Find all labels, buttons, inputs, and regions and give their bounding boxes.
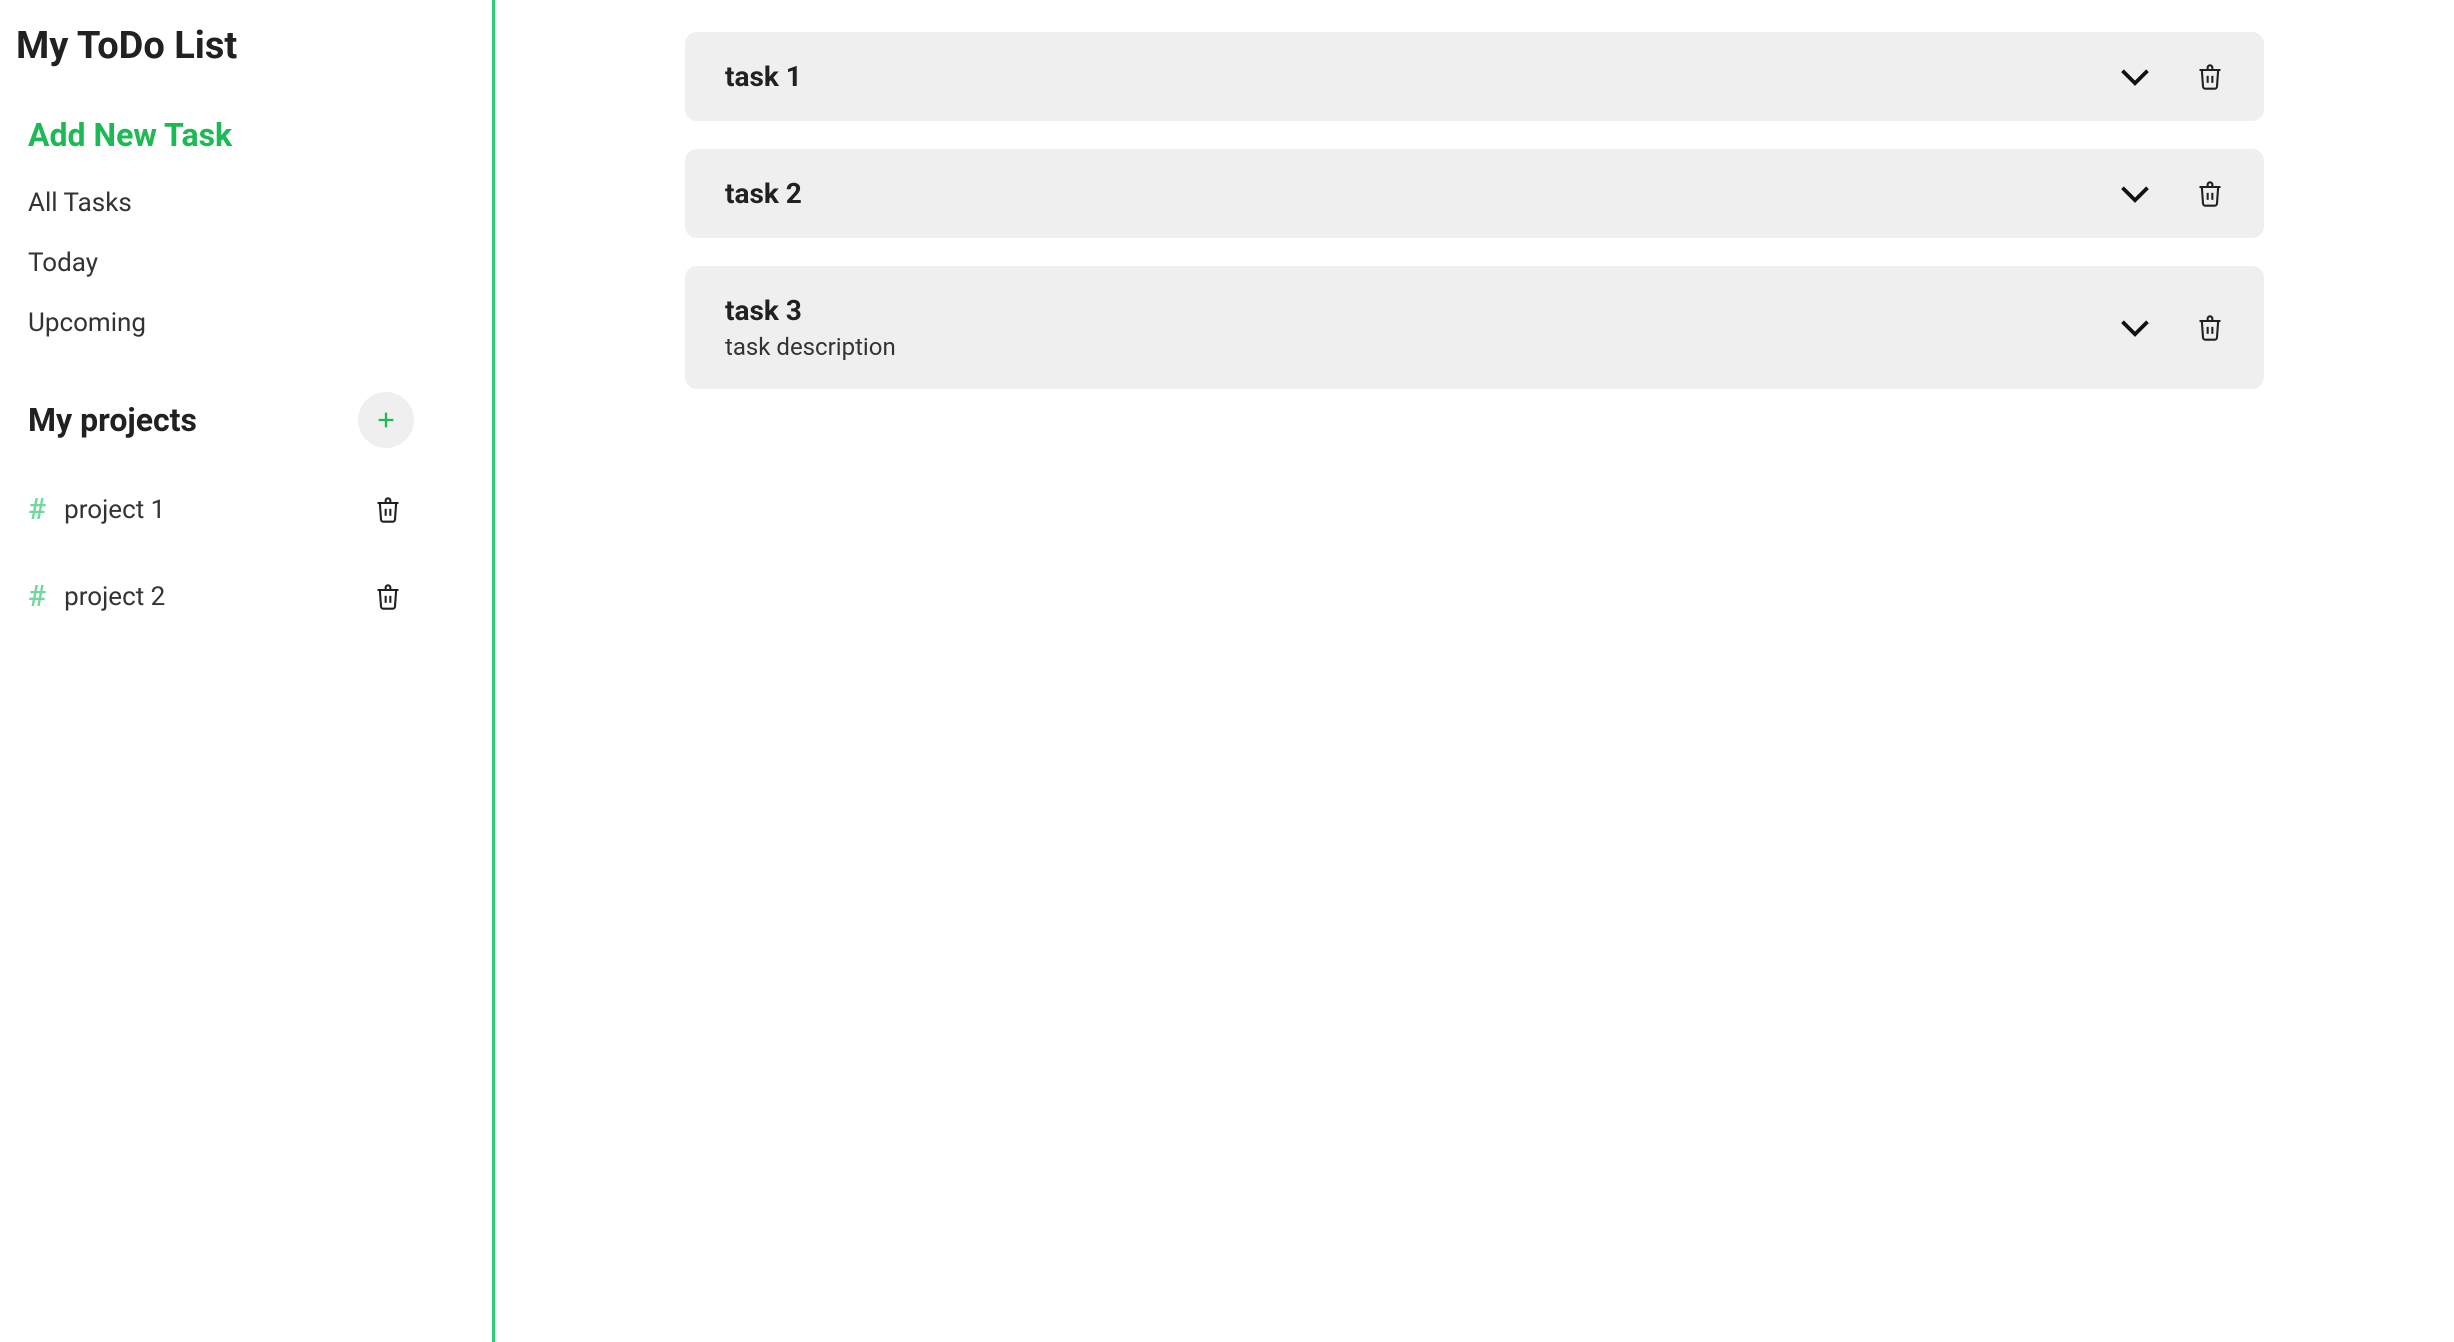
project-row: # project 2 — [16, 579, 462, 614]
chevron-down-icon — [2120, 318, 2150, 338]
projects-header: My projects — [16, 392, 462, 448]
task-card: task 2 — [685, 149, 2264, 238]
task-actions — [2120, 179, 2224, 209]
task-card: task 1 — [685, 32, 2264, 121]
project-link[interactable]: # project 1 — [28, 492, 165, 527]
nav-all-tasks[interactable]: All Tasks — [16, 188, 462, 218]
delete-project-button[interactable] — [374, 495, 402, 525]
sidebar: My ToDo List Add New Task All Tasks Toda… — [0, 0, 495, 1342]
delete-task-button[interactable] — [2196, 313, 2224, 343]
trash-icon — [2196, 313, 2224, 343]
task-title: task 3 — [725, 294, 896, 327]
trash-icon — [2196, 179, 2224, 209]
task-title: task 2 — [725, 177, 802, 210]
chevron-down-icon — [2120, 67, 2150, 87]
chevron-down-icon — [2120, 184, 2150, 204]
project-name: project 2 — [64, 582, 165, 612]
task-text: task 3 task description — [725, 294, 896, 361]
main-content: task 1 task 2 — [495, 0, 2454, 1342]
hash-icon: # — [28, 579, 46, 614]
expand-task-button[interactable] — [2120, 184, 2150, 204]
nav-upcoming[interactable]: Upcoming — [16, 308, 462, 338]
expand-task-button[interactable] — [2120, 318, 2150, 338]
projects-title: My projects — [28, 401, 197, 439]
delete-task-button[interactable] — [2196, 179, 2224, 209]
task-card: task 3 task description — [685, 266, 2264, 389]
task-description: task description — [725, 333, 896, 361]
trash-icon — [2196, 62, 2224, 92]
project-link[interactable]: # project 2 — [28, 579, 165, 614]
trash-icon — [374, 495, 402, 525]
hash-icon: # — [28, 492, 46, 527]
task-text: task 2 — [725, 177, 802, 210]
task-title: task 1 — [725, 60, 802, 93]
task-actions — [2120, 313, 2224, 343]
add-project-button[interactable] — [358, 392, 414, 448]
project-name: project 1 — [64, 495, 165, 525]
nav-today[interactable]: Today — [16, 248, 462, 278]
trash-icon — [374, 582, 402, 612]
app-title: My ToDo List — [16, 24, 462, 68]
task-actions — [2120, 62, 2224, 92]
project-row: # project 1 — [16, 492, 462, 527]
task-text: task 1 — [725, 60, 802, 93]
delete-task-button[interactable] — [2196, 62, 2224, 92]
expand-task-button[interactable] — [2120, 67, 2150, 87]
add-new-task-button[interactable]: Add New Task — [16, 116, 462, 154]
delete-project-button[interactable] — [374, 582, 402, 612]
plus-icon — [375, 409, 397, 431]
